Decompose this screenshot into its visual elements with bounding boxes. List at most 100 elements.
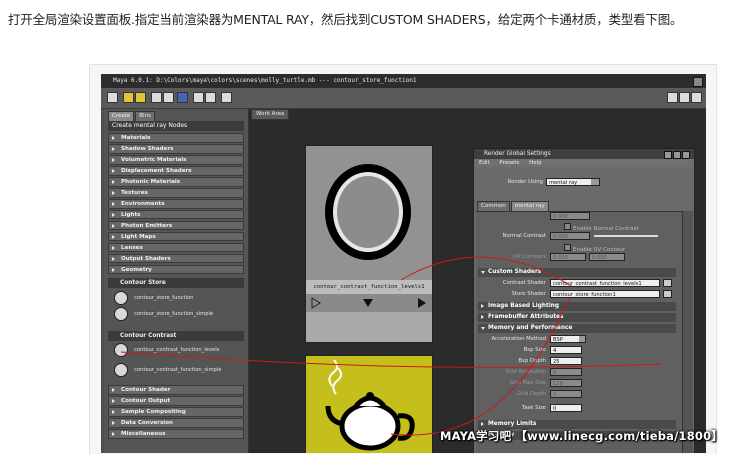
render-using-value: mental ray [549, 180, 578, 186]
category-materials[interactable]: Materials [108, 133, 244, 143]
settings-scrollbar[interactable] [682, 211, 693, 453]
section-framebuffer-attributes[interactable]: Framebuffer Attributes [478, 313, 676, 322]
sphere-node-icon [114, 343, 128, 357]
toolbar-output-connections-icon[interactable] [221, 92, 232, 103]
category-list: Materials Shadow Shaders Volumetric Mate… [108, 133, 244, 276]
node-label: contour_store_function_simple [134, 311, 214, 317]
node-label: contour_contrast_function_simple [134, 367, 222, 373]
category-photonic-materials[interactable]: Photonic Materials [108, 176, 244, 187]
contrast-shader-map-icon[interactable] [663, 279, 672, 287]
category-output-shaders[interactable]: Output Shaders [108, 253, 244, 264]
node-contour-store-function[interactable]: contour_store_function [114, 291, 193, 305]
toolbar-grid-icon[interactable] [107, 92, 118, 103]
menu-presets[interactable]: Presets [499, 160, 519, 166]
maximize-icon[interactable] [673, 151, 681, 159]
acceleration-method-dropdown[interactable]: BSP [550, 335, 586, 343]
teapot-node-icon [114, 291, 128, 305]
task-size-field[interactable]: 0 [550, 404, 582, 412]
normal-contrast-slider[interactable] [594, 235, 658, 237]
category-textures[interactable]: Textures [108, 187, 244, 198]
window-close-icon[interactable] [693, 77, 703, 87]
toolbar-input-connections-icon[interactable] [193, 92, 204, 103]
contrast-shader-field[interactable]: contour_contrast_function_levels1 [550, 279, 660, 287]
acceleration-method-value: BSP [553, 337, 563, 343]
grid-depth-field[interactable]: 2 [550, 390, 582, 398]
render-globals-menubar: Edit Presets Help [474, 159, 694, 167]
category-miscellaneous[interactable]: Miscellaneous [108, 428, 244, 439]
category-sample-compositing[interactable]: Sample Compositing [108, 406, 244, 417]
store-shader-field[interactable]: contour_store_function1 [550, 290, 660, 298]
category-lights[interactable]: Lights [108, 209, 244, 220]
toolbar-arrow-left-icon[interactable] [123, 92, 134, 103]
menu-help[interactable]: Help [529, 160, 542, 166]
contrast-top-field[interactable]: 0.000 [550, 212, 590, 220]
render-globals-tabs: Common mental ray [477, 201, 550, 212]
category-shadow-shaders[interactable]: Shadow Shaders [108, 143, 244, 154]
grid-resolution-label: Grid Resolution [505, 369, 546, 375]
category-environments[interactable]: Environments [108, 198, 244, 209]
render-using-dropdown[interactable]: mental ray [546, 178, 600, 186]
toolbar-layout-icon-2[interactable] [679, 92, 690, 103]
bsp-depth-field[interactable]: 25 [550, 357, 582, 365]
swatch-label: contour_contrast_function_levels1 [306, 280, 432, 294]
ring-shape-center [337, 176, 399, 248]
contrast-shader-label: Contrast Shader [502, 280, 546, 286]
enable-normal-contrast-checkbox[interactable]: Enable Normal Contrast [564, 223, 639, 232]
toolbar-graph-icon[interactable] [151, 92, 162, 103]
section-contour-store[interactable]: Contour Store [108, 278, 244, 288]
normal-contrast-field[interactable]: 0.000 [550, 232, 590, 240]
uv-contours-v-field[interactable]: 0.000 [589, 253, 625, 261]
render-global-settings-window: Render Global Settings Edit Presets Help… [473, 148, 695, 453]
section-memory-performance[interactable]: Memory and Performance [478, 324, 676, 333]
toolbar-clear-icon[interactable] [163, 92, 174, 103]
category-light-maps[interactable]: Light Maps [108, 231, 244, 242]
toolbar-arrow-right-icon[interactable] [135, 92, 146, 103]
section-image-based-lighting[interactable]: Image Based Lighting [478, 302, 676, 311]
uv-contours-u-field[interactable]: 0.000 [550, 253, 586, 261]
close-icon[interactable] [682, 151, 690, 159]
swatch-controls [306, 294, 432, 312]
normal-contrast-label: Normal Contrast [502, 233, 546, 239]
render-globals-title: Render Global Settings [484, 151, 551, 157]
chevron-down-icon [579, 336, 585, 342]
swatch-contour-store-node[interactable] [305, 355, 433, 453]
instruction-caption: 打开全局渲染设置面板.指定当前渲染器为MENTAL RAY，然后找到CUSTOM… [8, 12, 683, 27]
tab-work-area[interactable]: Work Area [251, 109, 290, 120]
node-contour-store-function-simple[interactable]: contour_store_function_simple [114, 307, 213, 321]
hypershade-toolbar [101, 88, 706, 109]
toolbar-layout-icon-1[interactable] [667, 92, 678, 103]
bsp-size-field[interactable]: 4 [550, 346, 582, 354]
toolbar-layout-icon-3[interactable] [691, 92, 702, 103]
create-panel-tabs: Create Bins [108, 111, 156, 122]
category-volumetric-materials[interactable]: Volumetric Materials [108, 154, 244, 165]
teapot-icon [325, 359, 415, 451]
uv-contours-label: UV Contours [512, 254, 546, 260]
toolbar-io-connections-icon[interactable] [205, 92, 216, 103]
render-globals-titlebar: Render Global Settings [474, 149, 694, 159]
maya-window: Maya 6.0.1: D:\Colors\maya\colors\scenes… [101, 74, 706, 453]
section-custom-shaders[interactable]: Custom Shaders [478, 268, 676, 277]
minimize-icon[interactable] [664, 151, 672, 159]
teapot-node-icon [114, 307, 128, 321]
grid-resolution-field[interactable]: 0 [550, 368, 582, 376]
node-contour-contrast-function-levels[interactable]: contour_contrast_function_levels [114, 343, 219, 357]
store-shader-map-icon[interactable] [663, 290, 672, 298]
category-data-conversion[interactable]: Data Conversion [108, 417, 244, 428]
node-contour-contrast-function-simple[interactable]: contour_contrast_function_simple [114, 363, 221, 377]
category-contour-output[interactable]: Contour Output [108, 395, 244, 406]
create-mental-ray-nodes-dropdown[interactable]: Create mental ray Nodes [108, 121, 244, 131]
grid-depth-label: Grid Depth [517, 391, 546, 397]
grid-max-size-field[interactable]: 128 [550, 379, 582, 387]
sphere-node-icon [114, 363, 128, 377]
category-geometry[interactable]: Geometry [108, 264, 244, 275]
category-contour-shader[interactable]: Contour Shader [108, 385, 244, 395]
category-displacement-shaders[interactable]: Displacement Shaders [108, 165, 244, 176]
chevron-down-icon [591, 179, 599, 185]
category-lenses[interactable]: Lenses [108, 242, 244, 253]
category-photon-emitters[interactable]: Photon Emitters [108, 220, 244, 231]
enable-uv-contour-checkbox[interactable]: Enable UV Contour [564, 244, 625, 253]
section-contour-contrast[interactable]: Contour Contrast [108, 331, 244, 341]
toolbar-rearrange-icon[interactable] [177, 92, 188, 103]
swatch-contour-contrast-node[interactable]: contour_contrast_function_levels1 [305, 145, 433, 343]
menu-edit[interactable]: Edit [479, 160, 490, 166]
